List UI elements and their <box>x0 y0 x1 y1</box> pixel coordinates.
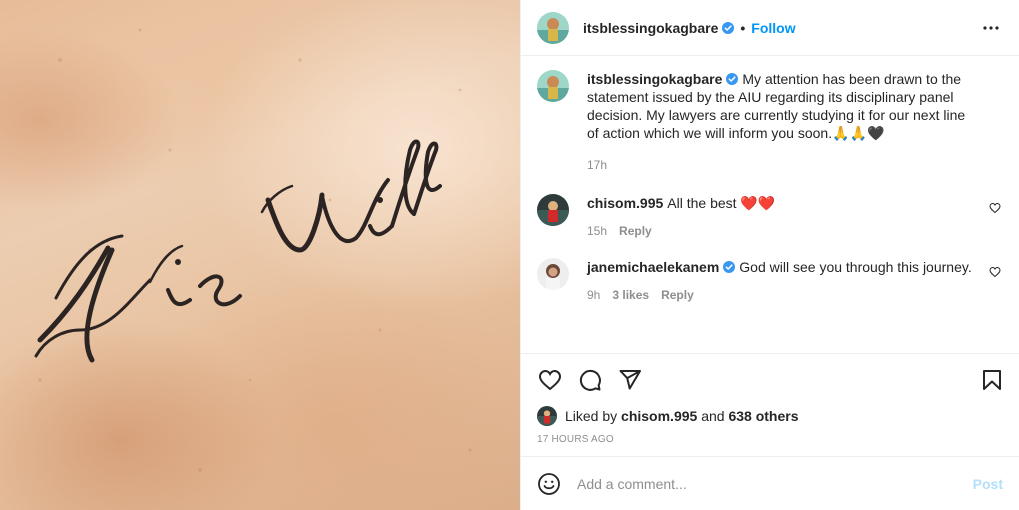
comment-text: All the best ❤️❤️ <box>667 195 776 211</box>
comment: chisom.995 All the best ❤️❤️ 15h Reply <box>537 194 1003 238</box>
post-header: itsblessingokagbare • Follow <box>521 0 1019 56</box>
comment-time[interactable]: 9h <box>587 288 600 302</box>
post-sidebar: itsblessingokagbare • Follow itsblessing… <box>520 0 1019 510</box>
commenter-avatar[interactable] <box>537 194 569 226</box>
commenter-avatar[interactable] <box>537 258 569 290</box>
comment-meta: 15h Reply <box>587 224 975 238</box>
verified-badge-icon <box>722 21 735 34</box>
author-avatar[interactable] <box>537 11 569 44</box>
comment-time[interactable]: 15h <box>587 224 607 238</box>
bookmark-icon[interactable] <box>979 367 1005 393</box>
comment-username[interactable]: chisom.995 <box>587 195 663 211</box>
comment-icon[interactable] <box>577 367 603 393</box>
reply-button[interactable]: Reply <box>619 224 652 238</box>
comment: janemichaelekanem God will see you throug… <box>537 258 1003 302</box>
liked-by-prefix: Liked by <box>565 408 618 424</box>
caption-text: itsblessingokagbare My attention has been… <box>587 70 975 142</box>
heart-icon[interactable] <box>537 367 563 393</box>
post-timestamp[interactable]: 17 HOURS AGO <box>521 426 1019 456</box>
more-options-icon[interactable] <box>979 16 1003 40</box>
verified-badge-icon <box>723 261 736 273</box>
author-username[interactable]: itsblessingokagbare <box>583 20 718 36</box>
post-image[interactable] <box>0 0 520 510</box>
comment-username[interactable]: janemichaelekanem <box>587 259 719 275</box>
caption-avatar[interactable] <box>537 70 569 102</box>
comment-input[interactable] <box>577 475 973 492</box>
reply-button[interactable]: Reply <box>661 288 694 302</box>
like-comment-heart-icon[interactable] <box>989 202 1001 214</box>
comment-meta: 9h 3 likes Reply <box>587 288 975 302</box>
tattoo-lettering <box>34 139 442 363</box>
post-comment-button[interactable]: Post <box>973 476 1003 492</box>
liked-by-middle: and <box>701 408 725 424</box>
follow-button[interactable]: Follow <box>751 20 795 36</box>
liked-by: Liked by chisom.995 and 638 others <box>521 406 1019 426</box>
comment-likes-count[interactable]: 3 likes <box>612 288 649 302</box>
comment-text: God will see you through this journey. <box>739 259 972 275</box>
liked-by-others[interactable]: 638 others <box>728 408 798 424</box>
verified-badge-icon <box>726 73 739 85</box>
emoji-icon[interactable] <box>537 472 561 496</box>
caption-username[interactable]: itsblessingokagbare <box>587 71 722 87</box>
instagram-post: itsblessingokagbare • Follow itsblessing… <box>0 0 1019 510</box>
caption-meta: 17h <box>587 158 975 172</box>
post-actions <box>521 354 1019 406</box>
caption-time[interactable]: 17h <box>587 158 607 172</box>
tattoo-photo <box>34 28 472 472</box>
comments-section: itsblessingokagbare My attention has been… <box>521 56 1019 354</box>
share-icon[interactable] <box>617 367 643 393</box>
add-comment-bar: Post <box>521 456 1019 510</box>
liked-by-user[interactable]: chisom.995 <box>621 408 697 424</box>
liker-avatar[interactable] <box>537 406 557 426</box>
caption: itsblessingokagbare My attention has been… <box>537 70 1003 172</box>
like-comment-heart-icon[interactable] <box>989 266 1001 278</box>
separator-dot: • <box>740 19 746 36</box>
